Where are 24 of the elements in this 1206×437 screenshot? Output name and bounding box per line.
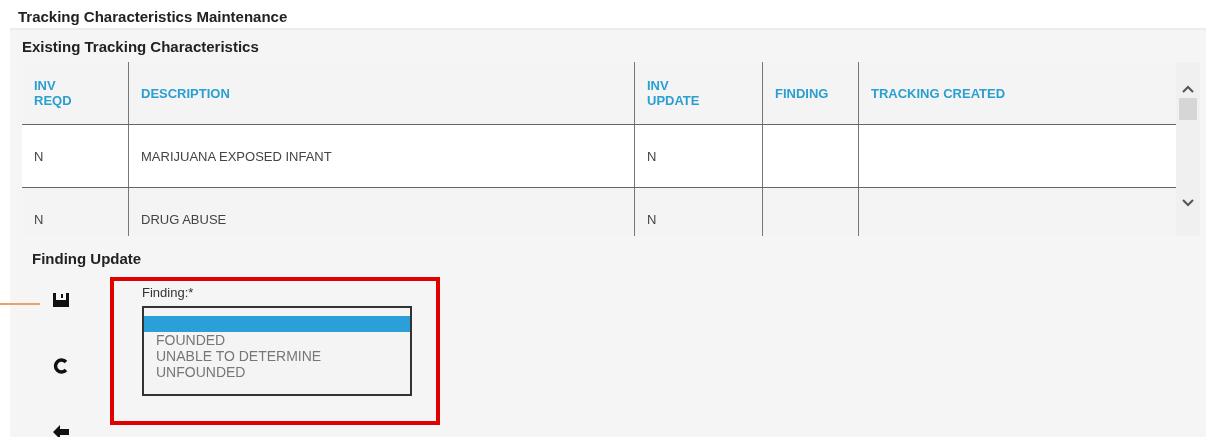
scrollbar[interactable]: [1176, 62, 1200, 236]
list-option[interactable]: UNFOUNDED: [144, 364, 410, 380]
column-header[interactable]: INV UPDATE: [634, 62, 762, 124]
column-header[interactable]: INV REQD: [22, 62, 128, 124]
section-title: Finding Update: [31, 250, 143, 267]
table-cell: DRUG ABUSE: [141, 211, 227, 227]
finding-listbox[interactable]: FOUNDED UNABLE TO DETERMINE UNFOUNDED: [142, 306, 412, 396]
column-header[interactable]: DESCRIPTION: [128, 62, 634, 124]
table-cell: N: [34, 148, 44, 164]
list-option[interactable]: FOUNDED: [144, 332, 410, 348]
table-cell: N: [647, 211, 657, 227]
list-option[interactable]: UNABLE TO DETERMINE: [144, 348, 410, 364]
table-cell: MARIJUANA EXPOSED INFANT: [141, 148, 332, 164]
table-cell: N: [647, 148, 657, 164]
column-header[interactable]: FINDING: [762, 62, 858, 124]
page-title: Tracking Characteristics Maintenance: [17, 7, 289, 27]
table-cell: N: [34, 211, 44, 227]
table-row[interactable]: N MARIJUANA EXPOSED INFANT N: [22, 125, 1176, 188]
annotation-line: [0, 303, 40, 305]
field-label: Finding:*: [142, 285, 195, 300]
scroll-down-icon[interactable]: [1181, 198, 1195, 208]
scroll-thumb[interactable]: [1179, 98, 1197, 120]
scroll-up-icon[interactable]: [1181, 84, 1195, 94]
section-title: Existing Tracking Characteristics: [21, 37, 260, 57]
